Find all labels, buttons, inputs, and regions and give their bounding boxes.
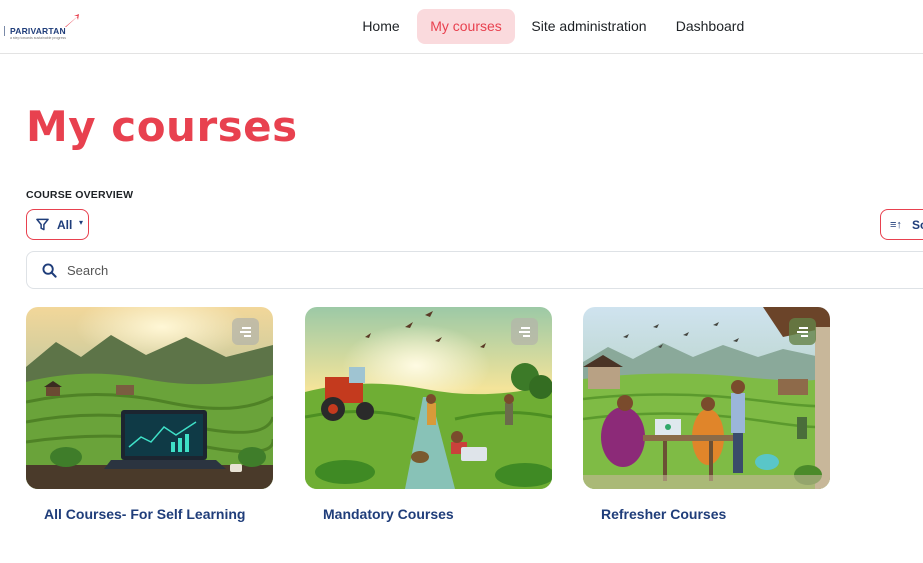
- farm-laptop-terraces-image[interactable]: [26, 307, 273, 489]
- search-icon: [42, 263, 57, 278]
- nav-site-administration[interactable]: Site administration: [528, 9, 650, 44]
- chevron-down-icon: ▾: [79, 218, 84, 227]
- search-input[interactable]: [67, 258, 567, 282]
- course-card[interactable]: Refresher Courses: [583, 307, 830, 522]
- card-actions-menu-icon[interactable]: [789, 318, 816, 345]
- course-title-link[interactable]: Refresher Courses: [601, 506, 726, 522]
- course-overview-label: COURSE OVERVIEW: [26, 189, 134, 201]
- search-field: [26, 251, 923, 289]
- village-women-laptop-image[interactable]: [583, 307, 830, 489]
- sort-dropdown[interactable]: ≡↑ Sort: [880, 209, 923, 240]
- course-card[interactable]: Mandatory Courses: [305, 307, 552, 522]
- filter-label: All: [57, 218, 73, 232]
- card-actions-menu-icon[interactable]: [511, 318, 538, 345]
- nav-my-courses[interactable]: My courses: [417, 9, 515, 44]
- grouping-filter-dropdown[interactable]: All ▾: [26, 209, 89, 240]
- brand-logo[interactable]: PARIVARTAN a step towards sustainable pr…: [4, 14, 84, 42]
- sort-label: Sort: [912, 218, 923, 232]
- brand-tagline: a step towards sustainable progress: [10, 36, 67, 40]
- brand-arrow-icon: [65, 14, 79, 27]
- nav-home[interactable]: Home: [358, 9, 404, 44]
- brand-name: PARIVARTAN: [10, 26, 66, 36]
- course-card[interactable]: All Courses- For Self Learning: [26, 307, 273, 522]
- funnel-icon: [36, 218, 49, 231]
- page-title: My courses: [26, 102, 298, 151]
- nav-dashboard[interactable]: Dashboard: [670, 9, 750, 44]
- sort-icon: ≡↑: [890, 219, 902, 231]
- top-navbar: PARIVARTAN a step towards sustainable pr…: [0, 0, 923, 54]
- tractor-farmers-sunrise-image[interactable]: [305, 307, 552, 489]
- brand-divider: [4, 26, 5, 36]
- course-title-link[interactable]: All Courses- For Self Learning: [44, 506, 245, 522]
- card-actions-menu-icon[interactable]: [232, 318, 259, 345]
- course-title-link[interactable]: Mandatory Courses: [323, 506, 454, 522]
